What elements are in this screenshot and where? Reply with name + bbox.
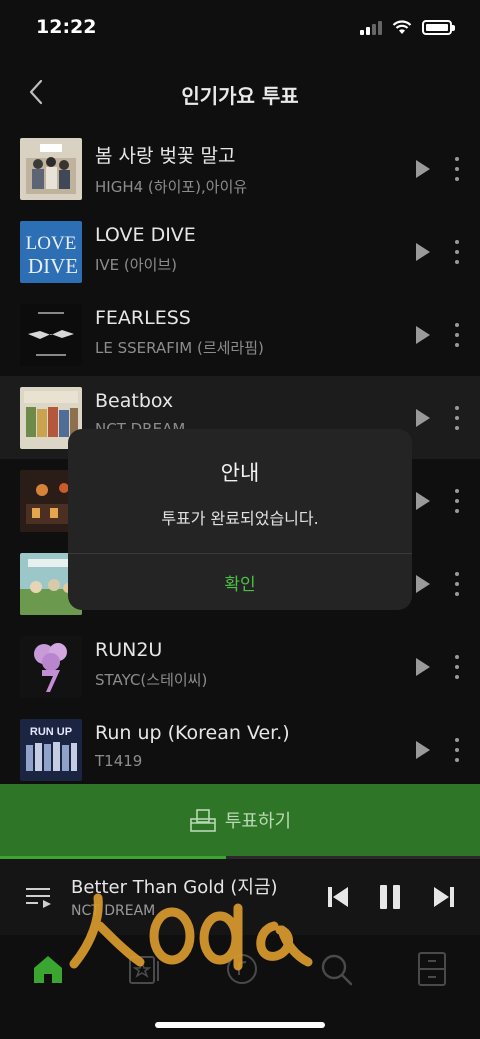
page-title: 인기가요 투표: [181, 84, 299, 108]
more-options-icon[interactable]: [450, 655, 464, 679]
song-info: FEARLESS LE SSERAFIM (르세라핌): [95, 307, 264, 358]
album-cover: [20, 303, 82, 366]
song-artist: T1419: [95, 752, 143, 770]
battery-icon: [422, 20, 455, 35]
next-track-icon[interactable]: [428, 881, 460, 913]
song-artist: STAYC(스테이씨): [95, 671, 208, 689]
status-icons: [360, 20, 455, 35]
more-options-icon[interactable]: [450, 572, 464, 596]
confirm-button[interactable]: 확인: [68, 554, 412, 610]
header: 인기가요 투표: [0, 60, 480, 124]
status-bar: 12:22: [0, 0, 480, 58]
svg-text:DIVE: DIVE: [28, 254, 78, 278]
more-options-icon[interactable]: [450, 489, 464, 513]
storage-icon[interactable]: [412, 949, 452, 989]
play-icon[interactable]: [416, 575, 430, 593]
song-row[interactable]: FEARLESS LE SSERAFIM (르세라핌): [0, 293, 480, 376]
play-icon[interactable]: [416, 409, 430, 427]
search-icon[interactable]: [316, 949, 356, 989]
album-cover: RUN UP: [20, 718, 82, 781]
play-icon[interactable]: [416, 160, 430, 178]
album-cover: [20, 137, 82, 200]
cellular-signal-icon: [360, 20, 382, 35]
more-options-icon[interactable]: [450, 240, 464, 264]
song-row[interactable]: LOVE DIVE LOVE DIVE IVE (아이브): [0, 210, 480, 293]
song-info: Run up (Korean Ver.) T1419: [95, 722, 290, 770]
song-title: FEARLESS: [95, 307, 191, 329]
now-playing-title: Better Than Gold (지금): [71, 877, 278, 898]
play-icon[interactable]: [416, 243, 430, 261]
more-options-icon[interactable]: [450, 738, 464, 762]
dialog-title: 안내: [220, 461, 260, 485]
song-title: LOVE DIVE: [95, 224, 196, 246]
song-artist: IVE (아이브): [95, 256, 178, 274]
playlist-icon[interactable]: [24, 883, 54, 911]
song-info: LOVE DIVE IVE (아이브): [95, 224, 196, 275]
vote-button-label: 투표하기: [224, 811, 292, 832]
vote-button[interactable]: 투표하기: [0, 784, 480, 856]
wifi-icon: [392, 20, 412, 34]
song-info: RUN2U STAYC(스테이씨): [95, 639, 207, 690]
previous-track-icon[interactable]: [322, 881, 354, 913]
album-cover: LOVE DIVE: [20, 220, 82, 283]
song-artist: LE SSERAFIM (르세라핌): [95, 339, 264, 357]
more-options-icon[interactable]: [450, 406, 464, 430]
status-time: 12:22: [36, 16, 97, 38]
mini-player[interactable]: Better Than Gold (지금) NCT DREAM: [0, 859, 480, 935]
song-title: Beatbox: [95, 390, 174, 412]
svg-text:LOVE: LOVE: [26, 233, 77, 254]
play-icon[interactable]: [416, 741, 430, 759]
song-artist: HIGH4 (하이포),아이유: [95, 178, 248, 196]
play-icon[interactable]: [416, 326, 430, 344]
song-row[interactable]: RUN UP Run up (Korean Ver.) T1419: [0, 708, 480, 791]
song-info: 봄 사랑 벚꽃 말고 HIGH4 (하이포),아이유: [95, 141, 247, 197]
play-icon[interactable]: [416, 492, 430, 510]
more-options-icon[interactable]: [450, 323, 464, 347]
dialog-message: 투표가 완료되었습니다.: [161, 509, 319, 528]
more-options-icon[interactable]: [450, 157, 464, 181]
song-title: Run up (Korean Ver.): [95, 722, 290, 744]
now-playing-artist: NCT DREAM: [71, 903, 156, 919]
home-icon[interactable]: [28, 949, 68, 989]
song-row[interactable]: 봄 사랑 벚꽃 말고 HIGH4 (하이포),아이유: [0, 127, 480, 210]
song-title: 봄 사랑 벚꽃 말고: [95, 145, 236, 167]
home-indicator[interactable]: [155, 1022, 325, 1028]
ballot-box-icon: [190, 809, 216, 832]
song-row[interactable]: RUN2U STAYC(스테이씨): [0, 625, 480, 708]
play-icon[interactable]: [416, 658, 430, 676]
alert-dialog: 안내 투표가 완료되었습니다. 확인: [68, 429, 412, 610]
album-cover: [20, 635, 82, 698]
music-icon[interactable]: [222, 949, 262, 989]
pause-icon[interactable]: [374, 881, 406, 913]
song-title: RUN2U: [95, 639, 163, 661]
star-card-icon[interactable]: [124, 949, 164, 989]
svg-text:RUN UP: RUN UP: [30, 726, 72, 738]
